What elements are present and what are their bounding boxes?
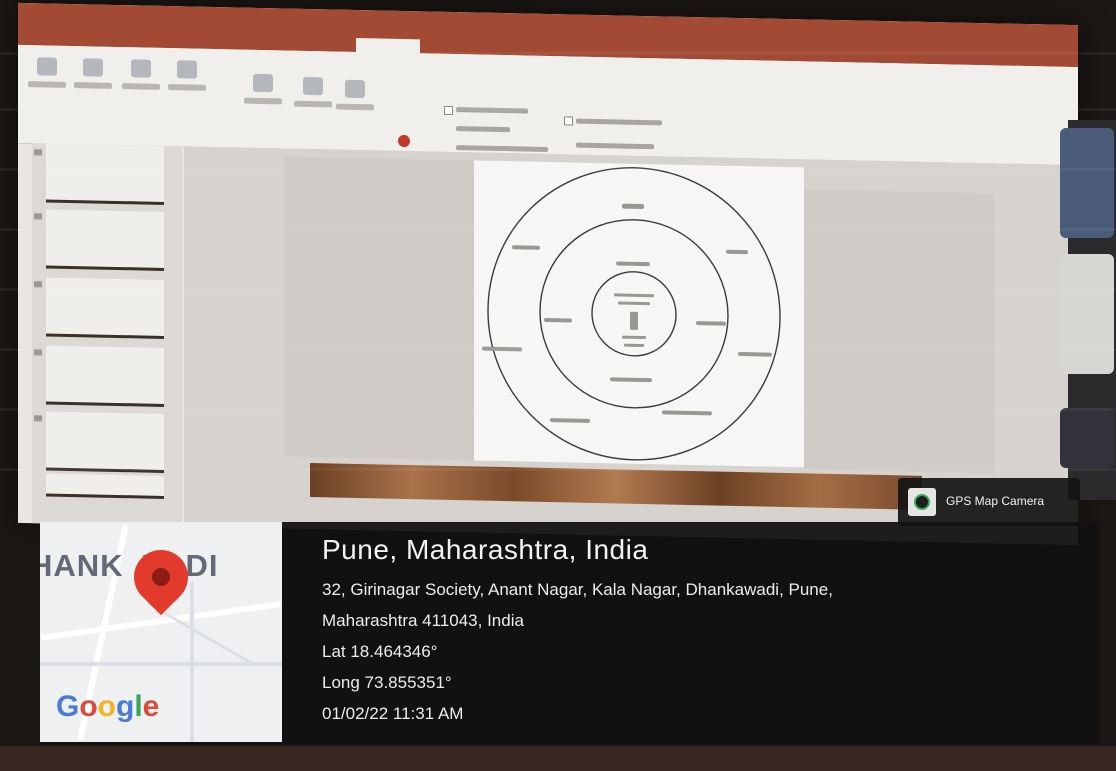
address-line-1: 32, Girinagar Society, Anant Nagar, Kala… — [322, 580, 833, 599]
scan-artifact — [0, 168, 1116, 171]
ribbon-button[interactable] — [168, 56, 206, 109]
option-label — [456, 145, 548, 152]
longitude: Long 73.855351° — [322, 673, 452, 692]
photo-bottom-edge — [0, 746, 1116, 771]
ribbon-button[interactable] — [28, 53, 66, 106]
photo-of-projected-screen: GPS Map Camera HANK VADI Google Pune, Ma… — [0, 0, 1116, 771]
slide-thumbnail[interactable] — [46, 411, 164, 473]
option-checkbox[interactable] — [564, 116, 573, 126]
map-road — [40, 662, 282, 666]
current-slide[interactable] — [474, 160, 804, 468]
thumbnail-number — [34, 149, 42, 156]
option-label — [456, 126, 510, 133]
record-icon[interactable] — [398, 134, 410, 148]
thumbnail-number — [34, 281, 42, 288]
ribbon-button[interactable] — [74, 54, 112, 107]
camera-logo-icon — [908, 488, 936, 516]
projected-presentation-window — [18, 2, 1078, 546]
google-logo: Google — [56, 690, 160, 723]
thumbnail-number — [34, 213, 42, 220]
slide-thumbnail[interactable] — [46, 277, 164, 339]
ribbon-button[interactable] — [336, 76, 374, 129]
ribbon-button[interactable] — [122, 55, 160, 108]
gps-map-camera-badge: GPS Map Camera — [898, 478, 1080, 526]
ribbon-button[interactable] — [294, 73, 332, 126]
place-title: Pune, Maharashtra, India — [322, 534, 649, 565]
scan-artifact — [0, 228, 1116, 231]
slide-thumbnail[interactable] — [46, 345, 164, 407]
scan-artifact — [0, 52, 1116, 55]
scan-artifact — [0, 288, 1116, 291]
scan-artifact — [0, 348, 1116, 351]
slide-margin-right — [804, 189, 994, 474]
latitude: Lat 18.464346° — [322, 642, 438, 661]
location-details: Pune, Maharashtra, India 32, Girinagar S… — [322, 534, 1082, 729]
slide-margin-left — [284, 156, 474, 461]
background-window — [1060, 254, 1114, 374]
address-line-2: Maharashtra 411043, India — [322, 611, 524, 630]
ribbon-tab[interactable] — [48, 26, 88, 41]
concentric-circle-diagram — [482, 167, 781, 461]
scan-artifact — [0, 108, 1116, 111]
ribbon-button[interactable] — [244, 70, 282, 123]
scan-artifact — [0, 408, 1116, 411]
background-window — [1060, 128, 1114, 238]
option-label — [576, 142, 654, 150]
option-label — [576, 118, 662, 126]
capture-datetime: 01/02/22 11:31 AM — [322, 704, 464, 723]
slide-thumbnail[interactable] — [46, 143, 164, 205]
slide-thumbnail[interactable] — [46, 209, 164, 271]
thumbnail-number — [34, 415, 42, 422]
scan-artifact — [0, 468, 1116, 471]
slide-thumbnail[interactable] — [46, 473, 164, 499]
background-window — [1060, 408, 1114, 468]
gps-badge-label: GPS Map Camera — [946, 494, 1045, 508]
map-thumbnail: HANK VADI Google — [40, 522, 282, 742]
